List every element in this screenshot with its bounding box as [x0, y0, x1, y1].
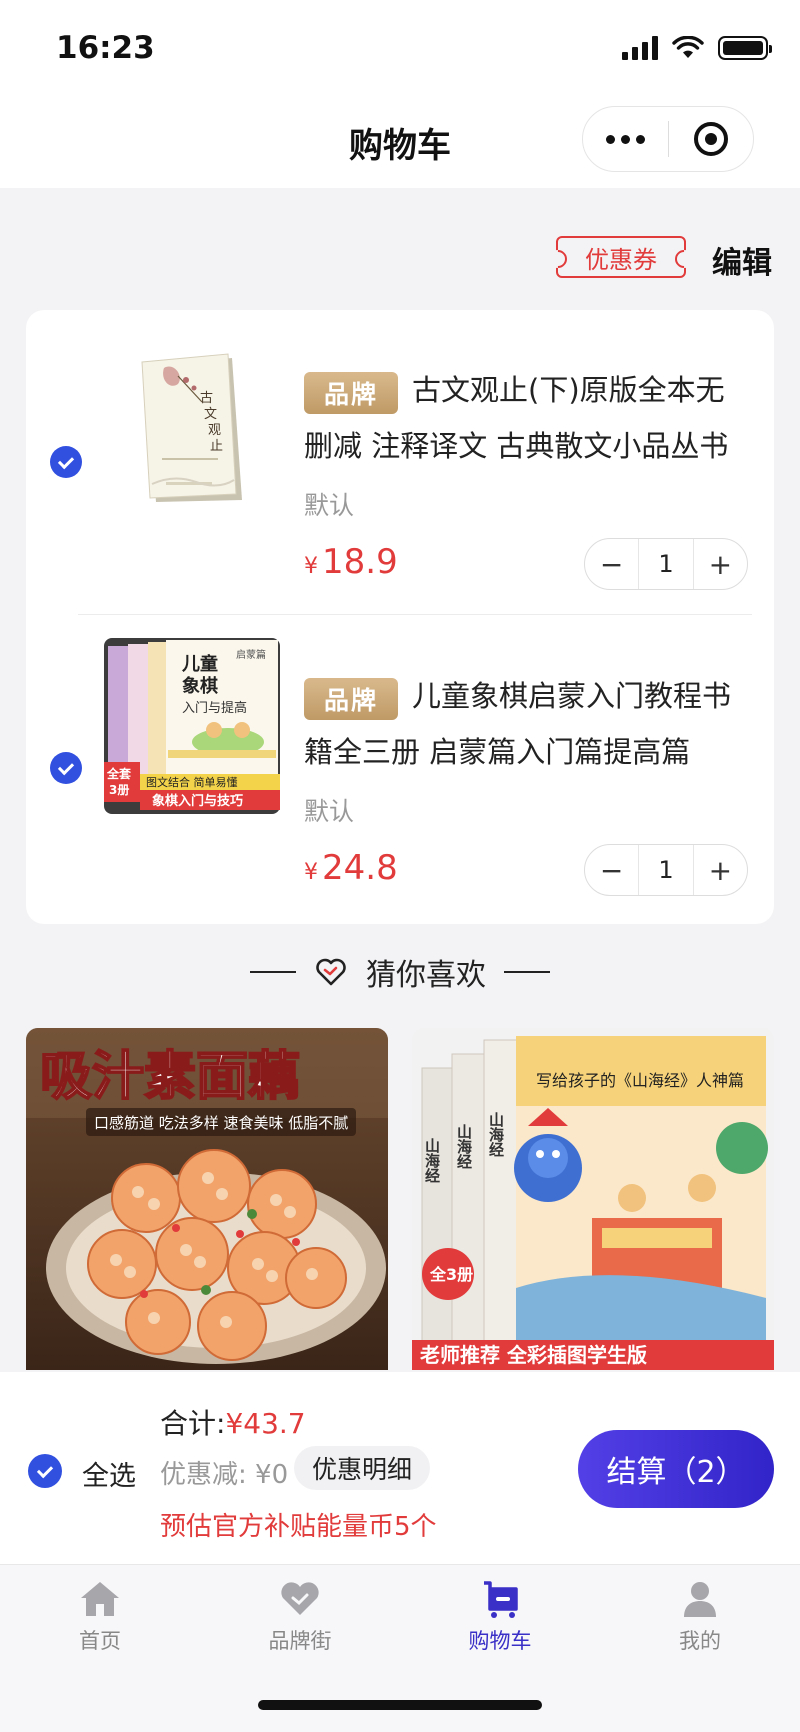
item-divider [78, 614, 752, 615]
recommend-heading: 猜你喜欢 [0, 950, 800, 994]
total-amount: 合计:¥43.7 [160, 1402, 306, 1442]
select-all-label[interactable]: 全选 [82, 1454, 136, 1493]
product-price: ¥24.8 [304, 848, 398, 888]
currency-symbol: ¥ [304, 554, 318, 579]
price-value: 18.9 [322, 542, 398, 582]
recommend-product-card[interactable]: 吸汁素面藕 口感筋道 吃法多样 速食美味 低脂不腻 [26, 1028, 388, 1370]
status-icons [622, 36, 772, 60]
dot-icon [606, 134, 615, 144]
edit-button[interactable]: 编辑 [712, 238, 772, 282]
heart-icon [281, 1582, 319, 1615]
signal-icon [622, 36, 658, 60]
svg-text:山海经: 山海经 [423, 1138, 441, 1183]
quantity-stepper: − 1 + [584, 844, 748, 896]
tab-mine[interactable]: 我的 [640, 1579, 760, 1655]
mini-program-capsule [582, 106, 754, 172]
discount-text: 优惠减: ¥0 [160, 1460, 289, 1490]
product-subtitle-art: 口感筋道 吃法多样 速食美味 低脂不腻 [94, 1114, 348, 1132]
svg-text:象棋入门与技巧: 象棋入门与技巧 [152, 793, 243, 809]
product-sticker: 全3册 [429, 1265, 473, 1284]
tab-label: 购物车 [468, 1629, 532, 1653]
user-icon [684, 1582, 716, 1617]
product-image[interactable]: 古 文 观 止 [104, 332, 280, 508]
product-image: 吸汁素面藕 口感筋道 吃法多样 速食美味 低脂不腻 [26, 1028, 388, 1370]
decrease-button[interactable]: − [585, 539, 638, 589]
product-price: ¥18.9 [304, 542, 398, 582]
total-label: 合计: [160, 1407, 226, 1440]
product-name[interactable]: 儿童象棋启蒙入门教程书籍全三册 启蒙篇入门篇提高篇 [304, 668, 744, 780]
checkout-button[interactable]: 结算（2） [578, 1430, 774, 1508]
item-checkbox[interactable] [50, 446, 82, 478]
recommend-product-card[interactable]: 山海经 山海经 山海经 写给孩子的《山海经》人神篇 全3册 老师推荐 全彩插图学… [412, 1028, 774, 1370]
cart-item: 古 文 观 止 品牌 古文观止(下)原版全本无删减 注释译文 古典散文小品丛书 … [26, 310, 774, 615]
product-name[interactable]: 古文观止(下)原版全本无删减 注释译文 古典散文小品丛书 [304, 362, 744, 474]
item-checkbox[interactable] [50, 752, 82, 784]
tab-label: 首页 [79, 1629, 121, 1653]
product-image: 山海经 山海经 山海经 写给孩子的《山海经》人神篇 全3册 老师推荐 全彩插图学… [412, 1028, 774, 1370]
status-time: 16:23 [56, 30, 155, 66]
currency-symbol: ¥ [304, 860, 318, 885]
recommend-title: 猜你喜欢 [366, 958, 486, 993]
svg-text:入门与提高: 入门与提高 [182, 700, 247, 716]
svg-text:古: 古 [200, 391, 213, 406]
product-title-art: 吸汁素面藕 [40, 1047, 300, 1107]
svg-text:儿童: 儿童 [181, 653, 218, 675]
product-title-art: 写给孩子的《山海经》人神篇 [536, 1071, 744, 1090]
svg-text:图文结合 简单易懂: 图文结合 简单易懂 [146, 775, 238, 789]
product-spec[interactable]: 默认 [304, 486, 354, 522]
home-indicator [258, 1700, 542, 1710]
select-all-checkbox[interactable] [28, 1454, 62, 1488]
svg-text:山海经: 山海经 [487, 1112, 505, 1157]
cart-icon [484, 1581, 518, 1618]
target-icon [693, 122, 728, 156]
product-banner: 老师推荐 全彩插图学生版 [420, 1343, 647, 1367]
quantity-input[interactable]: 1 [638, 539, 694, 589]
tab-cart[interactable]: 购物车 [440, 1579, 560, 1655]
svg-text:全套: 全套 [106, 766, 132, 781]
heading-line [250, 971, 296, 973]
svg-text:启蒙篇: 启蒙篇 [236, 648, 266, 661]
product-image[interactable]: 儿童 象棋 入门与提高 启蒙篇 全套 3册 图文结合 简单易懂 象棋入门与技巧 [104, 638, 280, 814]
heart-icon [316, 958, 346, 986]
price-value: 24.8 [322, 848, 398, 888]
quantity-input[interactable]: 1 [638, 845, 694, 895]
coupon-button[interactable]: 优惠券 [556, 236, 686, 278]
home-icon [81, 1582, 119, 1616]
total-value: ¥43.7 [225, 1407, 306, 1440]
increase-button[interactable]: + [694, 539, 747, 589]
svg-text:文: 文 [204, 407, 217, 422]
status-bar: 16:23 [0, 0, 800, 96]
cart-item: 儿童 象棋 入门与提高 启蒙篇 全套 3册 图文结合 简单易懂 象棋入门与技巧 … [26, 616, 774, 916]
heading-line [504, 971, 550, 973]
dot-icon [636, 134, 645, 144]
tab-brand-street[interactable]: 品牌街 [240, 1579, 360, 1655]
wifi-icon [672, 36, 704, 58]
increase-button[interactable]: + [694, 845, 747, 895]
product-spec[interactable]: 默认 [304, 792, 354, 828]
svg-text:象棋: 象棋 [182, 675, 218, 697]
nav-bar: 购物车 [0, 96, 800, 188]
svg-text:3册: 3册 [109, 783, 129, 797]
close-miniprogram-button[interactable] [669, 107, 753, 171]
cart-list: 古 文 观 止 品牌 古文观止(下)原版全本无删减 注释译文 古典散文小品丛书 … [26, 310, 774, 924]
svg-text:止: 止 [210, 439, 223, 454]
subsidy-text: 预估官方补贴能量币5个 [160, 1512, 437, 1542]
svg-text:观: 观 [208, 423, 221, 438]
tab-home[interactable]: 首页 [40, 1579, 160, 1655]
svg-text:山海经: 山海经 [455, 1124, 473, 1169]
discount-detail-button[interactable]: 优惠明细 [294, 1446, 431, 1490]
checkout-bar: 全选 合计:¥43.7 优惠减: ¥0 优惠明细 预估官方补贴能量币5个 结算（… [0, 1372, 800, 1564]
dot-icon [621, 134, 630, 144]
tab-label: 我的 [679, 1629, 721, 1653]
quantity-stepper: − 1 + [584, 538, 748, 590]
tab-label: 品牌街 [268, 1629, 332, 1653]
battery-icon [718, 36, 772, 60]
decrease-button[interactable]: − [585, 845, 638, 895]
more-button[interactable] [583, 107, 668, 171]
